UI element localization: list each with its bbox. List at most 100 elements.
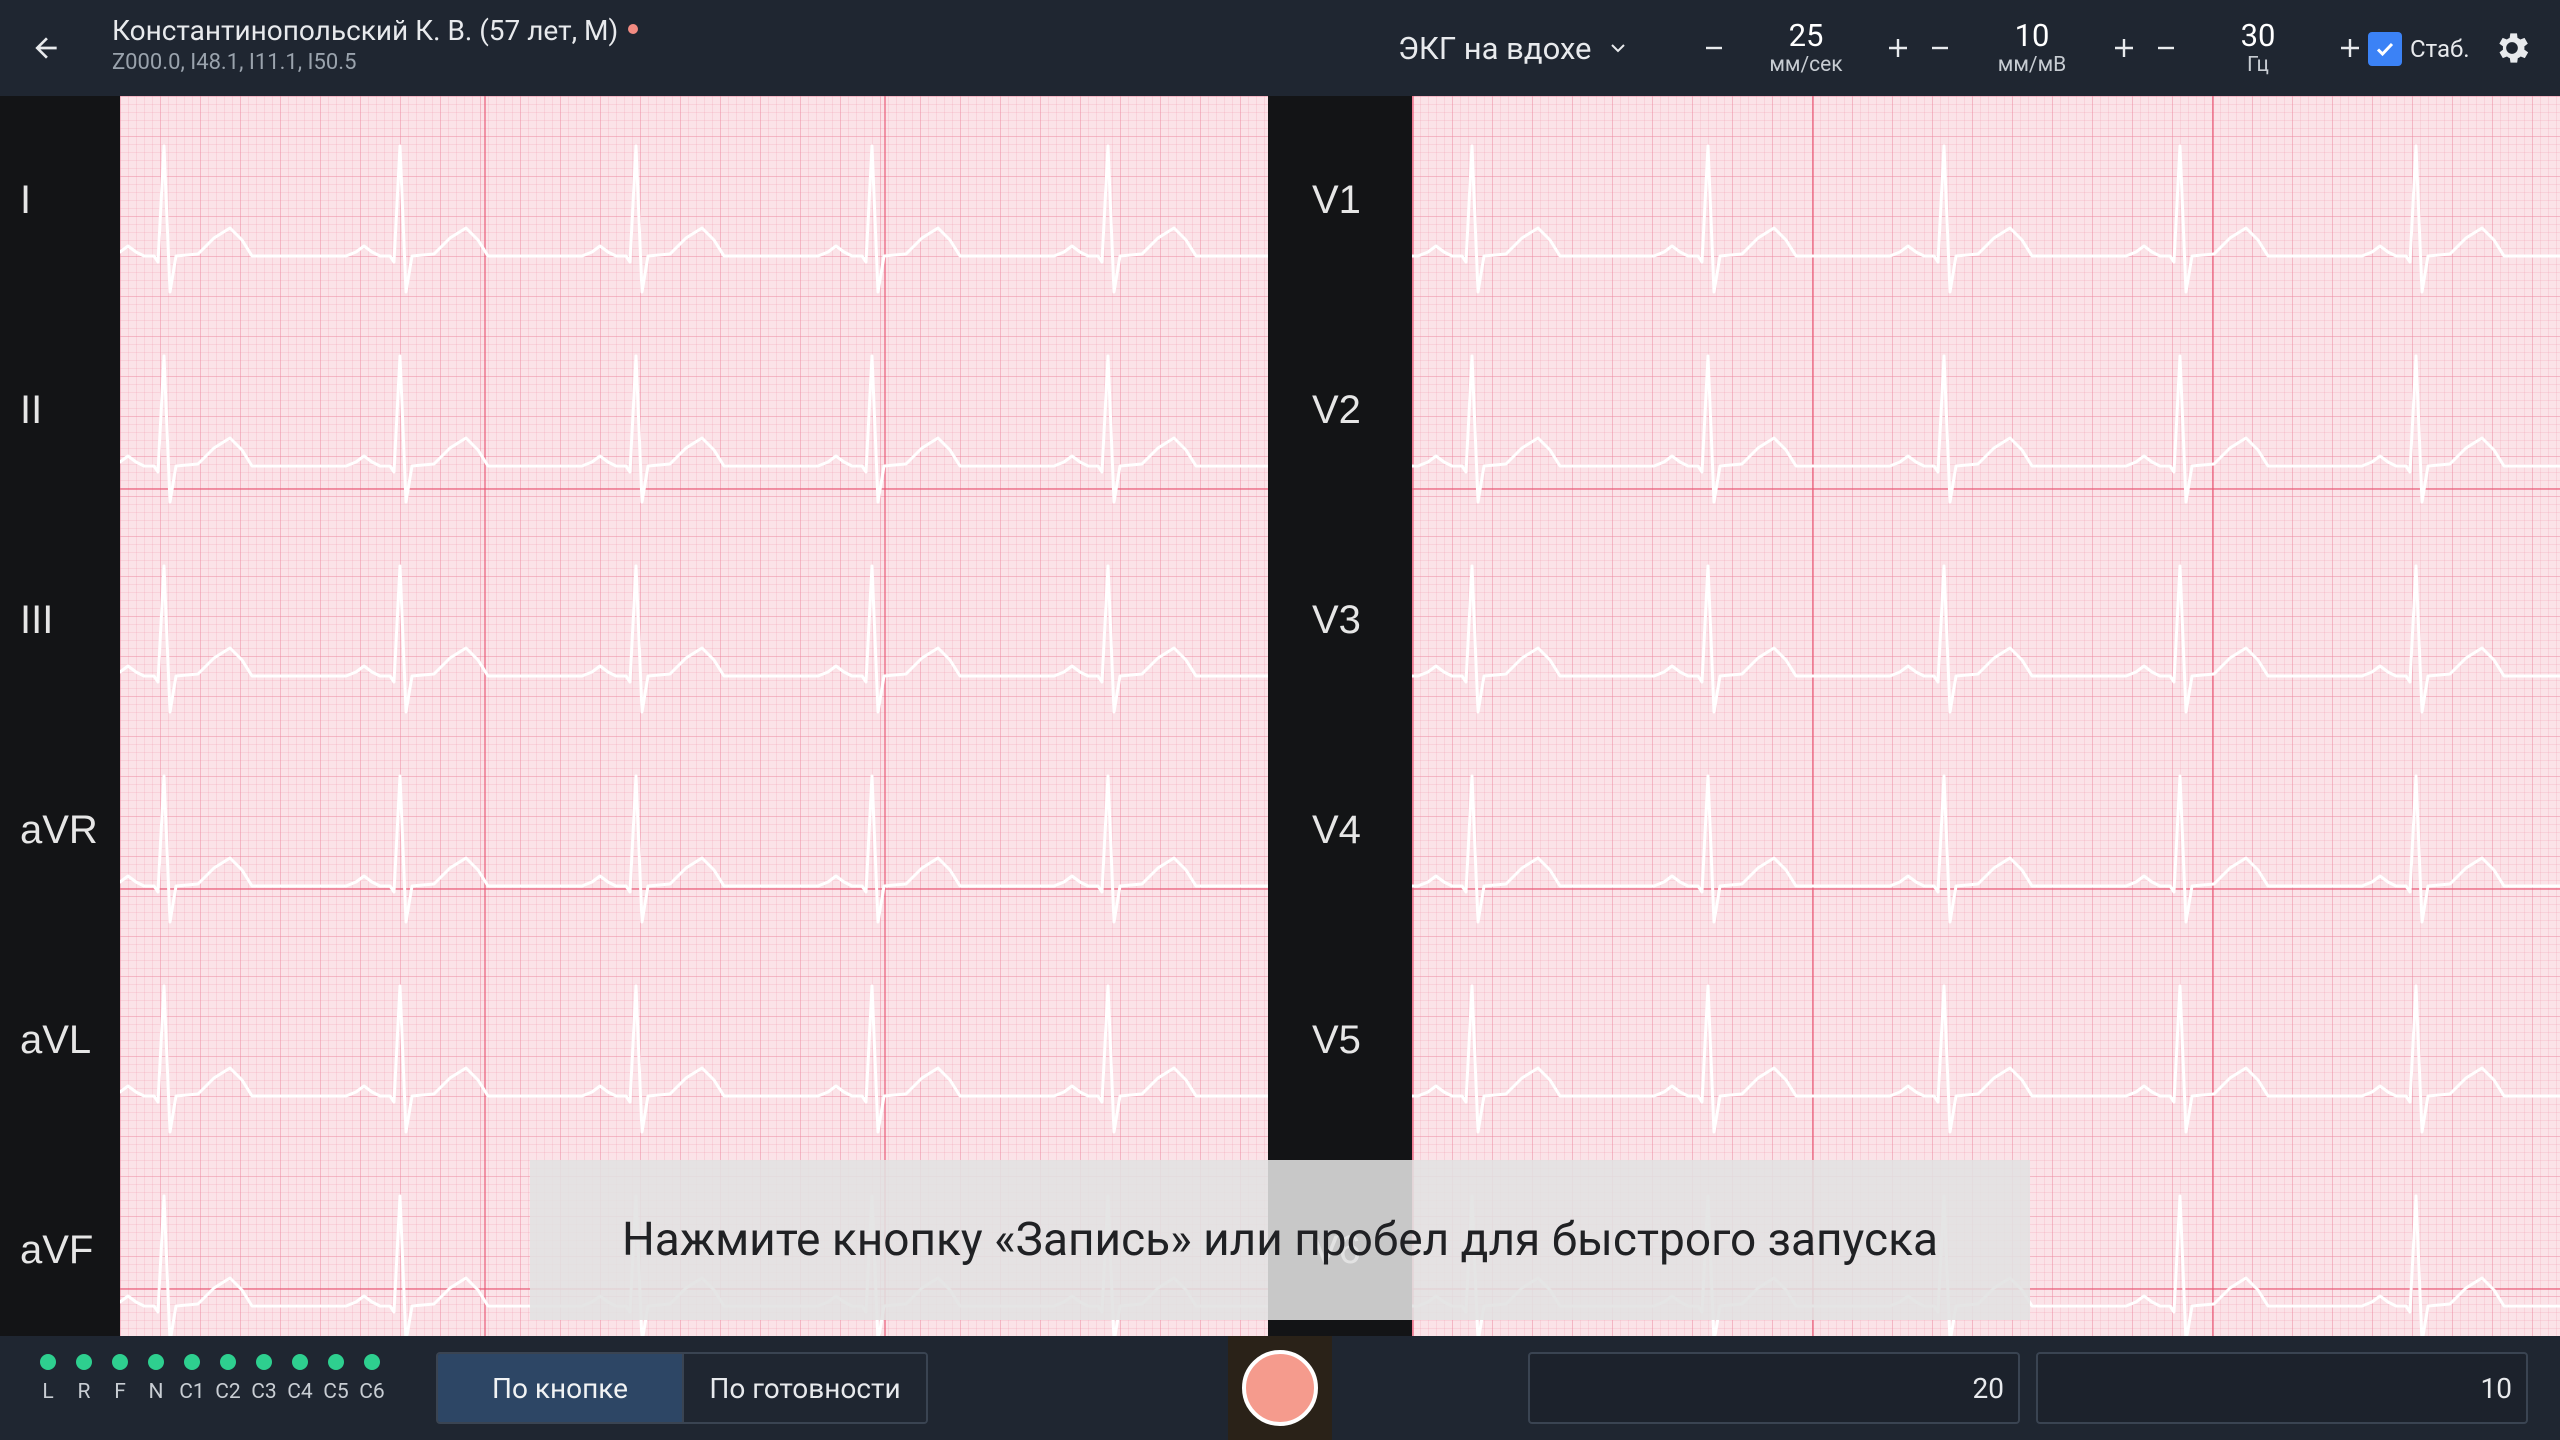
electrode-label: C6: [359, 1380, 385, 1404]
stabilization-label: Стаб.: [2410, 35, 2470, 63]
minus-icon: [1706, 46, 1722, 50]
electrode-N: N: [138, 1354, 174, 1404]
speed-value: 25 мм/сек: [1736, 20, 1876, 76]
electrode-C1: C1: [174, 1354, 210, 1404]
electrode-C5: C5: [318, 1354, 354, 1404]
trigger-by-button-option[interactable]: По кнопке: [438, 1354, 682, 1422]
hint-text: Нажмите кнопку «Запись» или пробел для б…: [621, 1213, 1938, 1267]
trigger-mode-toggle: По кнопке По готовности: [436, 1352, 928, 1424]
ecg-trace: [120, 774, 1268, 924]
electrode-F: F: [102, 1354, 138, 1404]
minus-icon: [1932, 46, 1948, 50]
ecg-panel-chest-leads: [1412, 96, 2560, 1336]
filter-increase-button[interactable]: [2328, 26, 2372, 70]
electrode-status-led: [112, 1354, 128, 1370]
minus-icon: [2158, 46, 2174, 50]
electrode-status-led: [292, 1354, 308, 1370]
lead-label-aVR: aVR: [20, 808, 98, 852]
plus-icon: [1889, 39, 1907, 57]
ecg-traces-limb: [120, 144, 1268, 1336]
trigger-on-ready-option[interactable]: По готовности: [682, 1354, 926, 1422]
electrode-status-led: [148, 1354, 164, 1370]
plus-icon: [2115, 39, 2133, 57]
patient-name: Константинопольский К. В. (57 лет, М): [112, 14, 639, 47]
record-button[interactable]: [1242, 1350, 1318, 1426]
lead-label-V4: V4: [1312, 808, 1361, 852]
mode-select[interactable]: ЭКГ на вдохе: [1398, 26, 1630, 70]
electrode-label: F: [114, 1380, 126, 1404]
electrode-status-led: [40, 1354, 56, 1370]
ecg-traces-chest: [1412, 144, 2560, 1336]
lead-label-II: II: [20, 388, 43, 432]
electrode-label: C3: [251, 1380, 277, 1404]
chevron-down-icon: [1610, 44, 1625, 53]
electrode-label: C5: [323, 1380, 349, 1404]
electrode-label: N: [148, 1380, 164, 1404]
lead-label-III: III: [20, 598, 54, 642]
lead-label-V2: V2: [1312, 388, 1361, 432]
gain-increase-button[interactable]: [2102, 26, 2146, 70]
lead-label-I: I: [20, 178, 32, 222]
ecg-trace: [120, 144, 1268, 294]
electrode-L: L: [30, 1354, 66, 1404]
settings-button[interactable]: [2492, 28, 2532, 68]
hint-toast: Нажмите кнопку «Запись» или пробел для б…: [530, 1160, 2030, 1320]
filter-unit: Гц: [2246, 53, 2270, 77]
electrode-C4: C4: [282, 1354, 318, 1404]
electrode-status-led: [364, 1354, 380, 1370]
gain-unit: мм/мВ: [1997, 53, 2067, 77]
limb-lead-labels: I II III aVR aVL aVF: [0, 96, 120, 1336]
speed-decrease-button[interactable]: [1692, 26, 1736, 70]
ecg-trace: [1412, 354, 2560, 504]
diagnosis-codes: Z000.0, I48.1, I11.1, I50.5: [112, 50, 357, 75]
speed-increase-button[interactable]: [1876, 26, 1920, 70]
lead-label-V5: V5: [1312, 1018, 1361, 1062]
electrode-C2: C2: [210, 1354, 246, 1404]
gain-number: 10: [2014, 17, 2050, 54]
record-button-area: [1228, 1336, 1332, 1440]
filter-number: 30: [2240, 17, 2276, 54]
speed-stepper: 25 мм/сек: [1692, 14, 1920, 82]
gain-decrease-button[interactable]: [1918, 26, 1962, 70]
electrode-C6: C6: [354, 1354, 390, 1404]
mode-select-value: ЭКГ на вдохе: [1398, 29, 1592, 67]
patient-name-text: Константинопольский К. В. (57 лет, М): [112, 14, 619, 47]
ecg-trace: [1412, 984, 2560, 1134]
electrode-status-led: [256, 1354, 272, 1370]
electrode-status-led: [328, 1354, 344, 1370]
lead-label-aVL: aVL: [20, 1018, 92, 1062]
stabilization-checkbox[interactable]: Стаб.: [2368, 32, 2470, 66]
electrode-R: R: [66, 1354, 102, 1404]
ecg-trace: [120, 354, 1268, 504]
ecg-trace: [1412, 144, 2560, 294]
filter-decrease-button[interactable]: [2144, 26, 2188, 70]
lead-label-V3: V3: [1312, 598, 1361, 642]
electrode-status-led: [76, 1354, 92, 1370]
ecg-panel-limb-leads: [120, 96, 1268, 1336]
status-dot: [628, 24, 639, 34]
ecg-trace: [120, 564, 1268, 714]
plus-icon: [2341, 39, 2359, 57]
electrode-status: L R F N C1 C2 C3 C4 C5 C6: [30, 1354, 390, 1404]
duration-field[interactable]: 20: [1528, 1352, 2020, 1424]
chest-lead-labels: V1 V2 V3 V4 V5 V6: [1268, 96, 1412, 1336]
gear-icon: [2499, 33, 2529, 63]
lead-label-aVF: aVF: [20, 1228, 94, 1272]
electrode-status-led: [184, 1354, 200, 1370]
back-button[interactable]: [24, 26, 68, 70]
filter-value: 30 Гц: [2188, 20, 2328, 76]
top-bar: Константинопольский К. В. (57 лет, М) Z0…: [0, 0, 2560, 96]
delay-field[interactable]: 10: [2036, 1352, 2528, 1424]
lead-label-V1: V1: [1312, 178, 1361, 222]
arrow-left-icon: [35, 37, 57, 59]
filter-stepper: 30 Гц: [2144, 14, 2372, 82]
bottom-bar: L R F N C1 C2 C3 C4 C5 C6 По кнопке По готовности…: [0, 1336, 2560, 1440]
ecg-trace: [120, 984, 1268, 1134]
gain-stepper: 10 мм/мВ: [1918, 14, 2146, 82]
electrode-label: C2: [215, 1380, 241, 1404]
ecg-trace: [1412, 564, 2560, 714]
electrode-label: L: [42, 1380, 54, 1404]
electrode-C3: C3: [246, 1354, 282, 1404]
electrode-label: C4: [287, 1380, 313, 1404]
gain-value: 10 мм/мВ: [1962, 20, 2102, 76]
